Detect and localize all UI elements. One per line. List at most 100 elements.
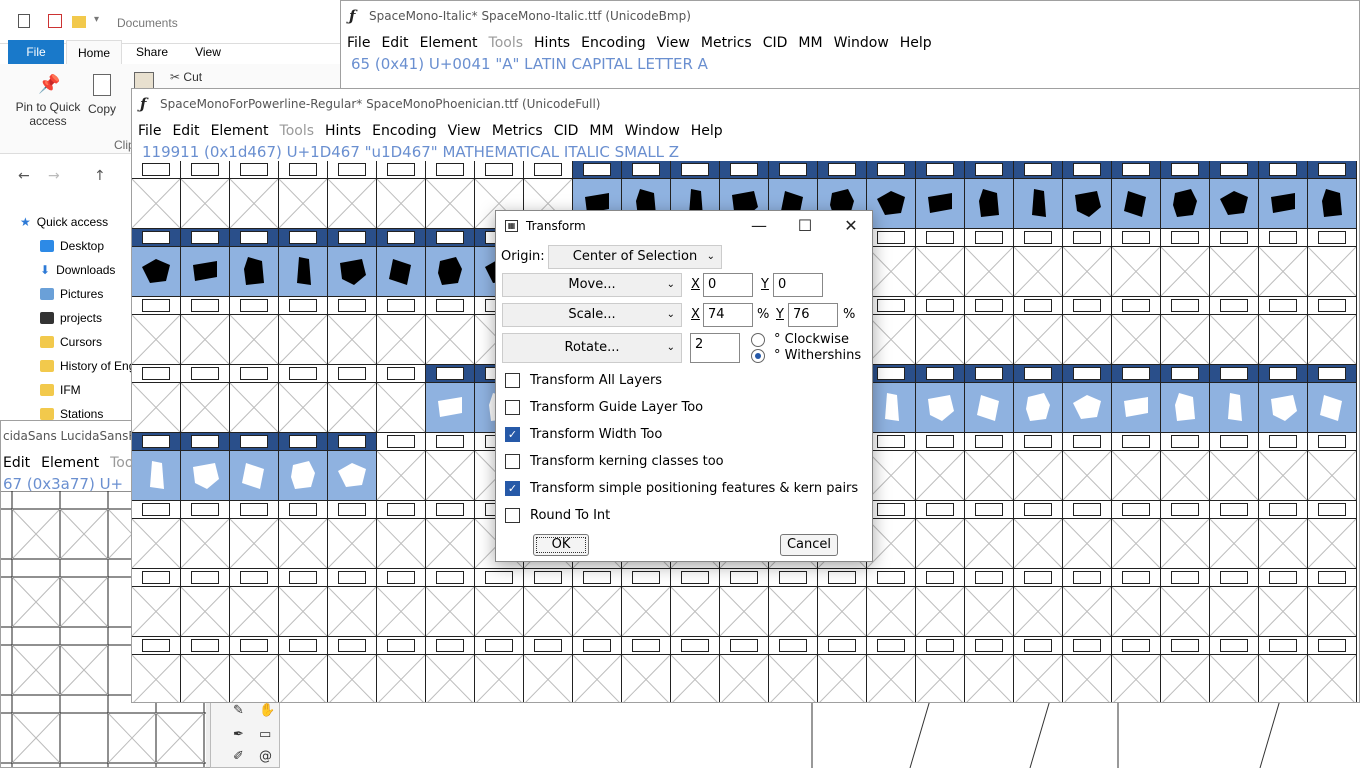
- back-icon[interactable]: ←: [18, 168, 30, 184]
- origin-select[interactable]: Center of Selection ⌄: [548, 245, 722, 269]
- glyph-cell[interactable]: [867, 637, 916, 702]
- glyph-cell[interactable]: [720, 637, 769, 702]
- glyph-cell[interactable]: [328, 297, 377, 365]
- glyph-cell[interactable]: [867, 569, 916, 637]
- glyph-cell[interactable]: [1112, 229, 1161, 297]
- glyph-cell[interactable]: [1112, 433, 1161, 501]
- glyph-cell[interactable]: [1014, 637, 1063, 702]
- glyph-cell[interactable]: [132, 229, 181, 297]
- glyph-cell[interactable]: [867, 501, 916, 569]
- menu-element[interactable]: Element: [211, 123, 269, 139]
- glyph-cell[interactable]: [1210, 501, 1259, 569]
- nav-item[interactable]: Cursors: [20, 330, 140, 354]
- ok-button[interactable]: OK: [533, 534, 589, 556]
- round-to-int-checkbox[interactable]: Round To Int: [505, 505, 610, 525]
- glyph-cell[interactable]: [132, 161, 181, 229]
- glyph-cell[interactable]: [377, 297, 426, 365]
- menu-view[interactable]: View: [448, 123, 481, 139]
- glyph-cell[interactable]: [426, 569, 475, 637]
- transform-guide-layer-checkbox[interactable]: Transform Guide Layer Too: [505, 397, 703, 417]
- glyph-cell[interactable]: [524, 569, 573, 637]
- glyph-cell[interactable]: [181, 297, 230, 365]
- rotate-select[interactable]: Rotate... ⌄: [502, 333, 682, 363]
- chevron-down-icon[interactable]: ▾: [94, 14, 99, 25]
- glyph-cell[interactable]: [230, 365, 279, 433]
- glyph-cell[interactable]: [230, 229, 279, 297]
- glyph-cell[interactable]: [1308, 297, 1357, 365]
- glyph-cell[interactable]: [426, 161, 475, 229]
- glyph-cell[interactable]: [1063, 433, 1112, 501]
- menu-edit[interactable]: Edit: [381, 35, 408, 51]
- glyph-cell[interactable]: [230, 637, 279, 702]
- nav-item[interactable]: IFM: [20, 378, 140, 402]
- glyph-cell[interactable]: [426, 637, 475, 702]
- glyph-cell[interactable]: [867, 161, 916, 229]
- glyph-cell[interactable]: [377, 501, 426, 569]
- rotate-angle-input[interactable]: 2: [690, 333, 740, 363]
- glyph-cell[interactable]: [1161, 161, 1210, 229]
- nav-item[interactable]: projects: [20, 306, 140, 330]
- glyph-cell[interactable]: [1161, 569, 1210, 637]
- glyph-cell[interactable]: [132, 501, 181, 569]
- glyph-cell[interactable]: [1014, 433, 1063, 501]
- glyph-cell[interactable]: [818, 569, 867, 637]
- glyph-cell[interactable]: [916, 365, 965, 433]
- menu-mm[interactable]: MM: [798, 35, 822, 51]
- tab-view[interactable]: View: [180, 40, 236, 64]
- glyph-cell[interactable]: [181, 637, 230, 702]
- glyph-cell[interactable]: [181, 365, 230, 433]
- glyph-cell[interactable]: [916, 297, 965, 365]
- glyph-cell[interactable]: [867, 433, 916, 501]
- glyph-cell[interactable]: [230, 501, 279, 569]
- transform-positioning-features-checkbox[interactable]: ✓ Transform simple positioning features &…: [505, 478, 858, 498]
- glyph-cell[interactable]: [1014, 161, 1063, 229]
- glyph-cell[interactable]: [671, 637, 720, 702]
- glyph-cell[interactable]: [1112, 501, 1161, 569]
- forward-icon[interactable]: →: [48, 168, 60, 184]
- glyph-cell[interactable]: [1161, 229, 1210, 297]
- menu-help[interactable]: Help: [691, 123, 723, 139]
- glyph-cell[interactable]: [1210, 229, 1259, 297]
- glyph-cell[interactable]: [1210, 433, 1259, 501]
- glyph-cell[interactable]: [230, 161, 279, 229]
- glyph-cell[interactable]: [328, 229, 377, 297]
- properties-icon[interactable]: [18, 14, 30, 28]
- glyph-cell[interactable]: [132, 365, 181, 433]
- folder-icon[interactable]: [72, 16, 86, 28]
- glyph-cell[interactable]: [1063, 501, 1112, 569]
- glyph-cell[interactable]: [965, 229, 1014, 297]
- glyph-cell[interactable]: [622, 569, 671, 637]
- glyph-cell[interactable]: [1063, 569, 1112, 637]
- glyph-cell[interactable]: [671, 569, 720, 637]
- menu-encoding[interactable]: Encoding: [581, 35, 646, 51]
- glyph-cell[interactable]: [377, 161, 426, 229]
- glyph-cell[interactable]: [1014, 297, 1063, 365]
- glyph-cell[interactable]: [1161, 637, 1210, 702]
- glyph-cell[interactable]: [965, 365, 1014, 433]
- spiral-icon[interactable]: @: [259, 749, 272, 764]
- glyph-cell[interactable]: [965, 433, 1014, 501]
- glyph-cell[interactable]: [1308, 569, 1357, 637]
- nav-item[interactable]: Pictures: [20, 282, 140, 306]
- glyph-cell[interactable]: [916, 229, 965, 297]
- up-icon[interactable]: ↑: [94, 168, 106, 184]
- glyph-cell[interactable]: [1063, 637, 1112, 702]
- glyph-cell[interactable]: [1161, 297, 1210, 365]
- glyph-cell[interactable]: [1063, 161, 1112, 229]
- nav-item[interactable]: ⬇ Downloads: [20, 258, 140, 282]
- glyph-cell[interactable]: [965, 637, 1014, 702]
- hand-icon[interactable]: ✋: [259, 703, 275, 718]
- glyph-cell[interactable]: [1210, 161, 1259, 229]
- glyph-cell[interactable]: [328, 569, 377, 637]
- glyph-cell[interactable]: [769, 569, 818, 637]
- glyph-cell[interactable]: [181, 501, 230, 569]
- checkmark-icon[interactable]: [48, 14, 62, 28]
- glyph-cell[interactable]: [279, 365, 328, 433]
- glyph-cell[interactable]: [1063, 365, 1112, 433]
- transform-width-checkbox[interactable]: ✓ Transform Width Too: [505, 424, 662, 444]
- glyph-cell[interactable]: [377, 433, 426, 501]
- glyph-cell[interactable]: [328, 501, 377, 569]
- glyph-cell[interactable]: [573, 637, 622, 702]
- glyph-cell[interactable]: [1161, 433, 1210, 501]
- glyph-cell[interactable]: [1161, 365, 1210, 433]
